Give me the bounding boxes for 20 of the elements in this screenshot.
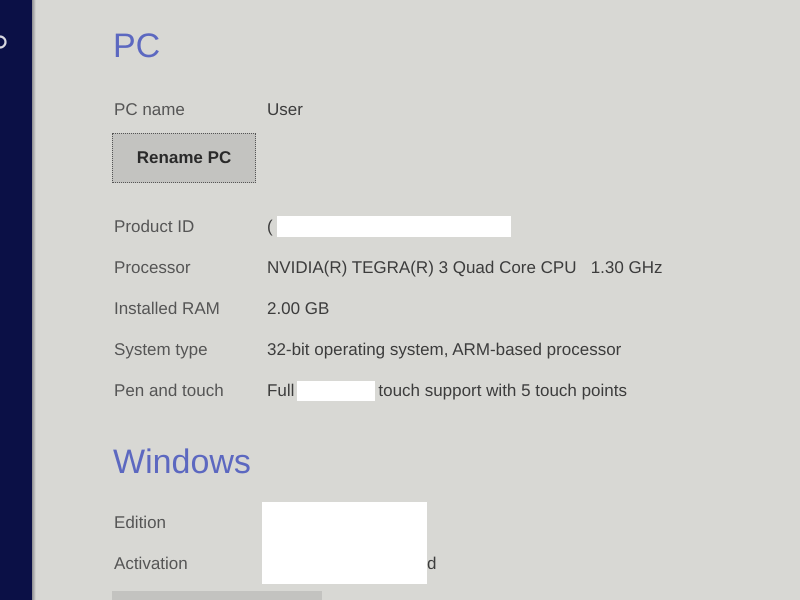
- field-label: Product ID: [114, 216, 196, 238]
- ring-icon: [0, 35, 9, 49]
- rename-button[interactable]: Rename PC: [112, 133, 256, 183]
- value-text: Full: [267, 380, 294, 402]
- field-label: Processor: [114, 256, 192, 279]
- value-text: NVIDIA(R) TEGRA(R) 3 Quad Core CPU 1.30 GHz: [267, 256, 663, 279]
- value-text: 2.00 GB: [267, 298, 330, 320]
- field-label: Pen and touch: [114, 380, 225, 402]
- field-label: PC name: [114, 99, 186, 122]
- section-heading: Windows: [113, 442, 251, 482]
- value-text: User: [267, 99, 303, 122]
- field-label: Installed RAM: [114, 298, 221, 320]
- value-text: 32-bit operating system, ARM-based processor: [267, 338, 622, 361]
- field-label: Activation: [114, 552, 189, 575]
- section-heading: PC: [113, 26, 160, 66]
- value-text: touch support with 5 touch points: [378, 380, 627, 402]
- value-text: d: [427, 552, 436, 575]
- field-label: Edition: [114, 512, 167, 534]
- value-text: (: [267, 216, 273, 238]
- field-label: System type: [114, 338, 209, 361]
